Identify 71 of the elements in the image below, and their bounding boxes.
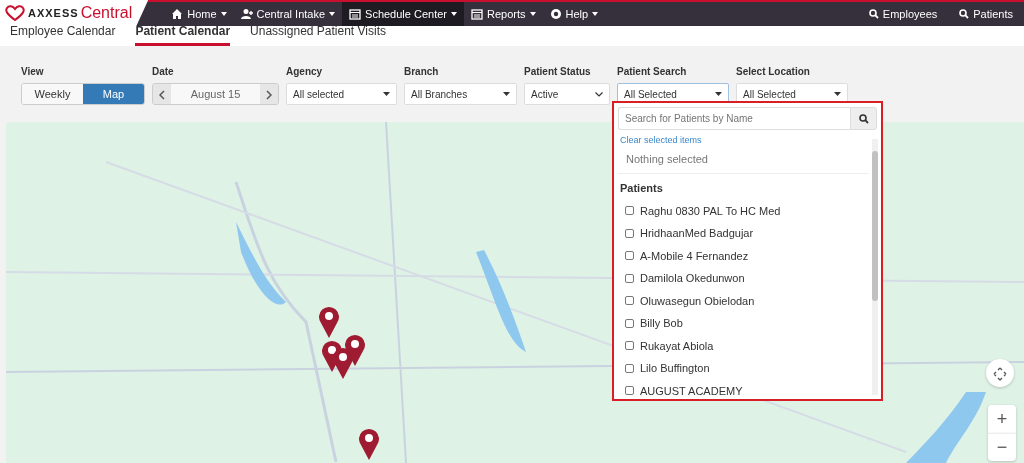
- lifebuoy-icon: [549, 8, 562, 20]
- user-plus-icon: [240, 8, 253, 20]
- previous-date-button[interactable]: [153, 84, 171, 104]
- clear-selected-link[interactable]: Clear selected items: [620, 134, 702, 148]
- logo-product: Central: [80, 3, 133, 23]
- caret-icon: [834, 92, 841, 96]
- patient-option[interactable]: Damilola Okedunwon: [618, 267, 865, 290]
- search-icon: [959, 9, 970, 19]
- patient-option[interactable]: Rukayat Abiola: [618, 334, 865, 357]
- checkbox[interactable]: [625, 251, 634, 261]
- date-value: August 15: [171, 84, 260, 104]
- checkbox[interactable]: [625, 386, 634, 396]
- group-heading: Patients: [619, 181, 664, 196]
- checkbox[interactable]: [625, 318, 634, 328]
- chevron-right-icon: [266, 89, 272, 100]
- checkbox[interactable]: [625, 206, 634, 216]
- filter-label: Date: [152, 65, 175, 79]
- heart-logo-icon: [4, 5, 26, 21]
- calendar-tab[interactable]: Employee Calendar: [10, 22, 116, 46]
- search-icon: [858, 114, 869, 125]
- search-button[interactable]: [850, 107, 877, 130]
- checkbox[interactable]: [625, 296, 634, 306]
- chevron-down-icon: [595, 91, 603, 97]
- fullscreen-button[interactable]: [986, 359, 1014, 387]
- calendar-icon: [349, 8, 362, 20]
- patient-search-field[interactable]: Search for Patients by Name: [618, 107, 850, 130]
- nav-menu-item[interactable]: Help: [542, 2, 606, 26]
- house-icon: [171, 8, 184, 20]
- map-pin-icon[interactable]: [318, 306, 340, 338]
- search-icon: [868, 9, 879, 19]
- search-link[interactable]: Employees: [861, 5, 945, 23]
- filter-label: Select Location: [736, 65, 811, 79]
- map-pin-icon[interactable]: [358, 428, 380, 460]
- checkbox[interactable]: [625, 228, 634, 238]
- calendar-tab[interactable]: Patient Calendar: [135, 22, 231, 46]
- caret-icon: [503, 92, 510, 96]
- logo-brand: AXXESS: [28, 5, 79, 21]
- select-dropdown[interactable]: Active: [524, 83, 610, 105]
- patient-option[interactable]: Raghu 0830 PAL To HC Med: [618, 199, 865, 222]
- nav-menu-item[interactable]: Schedule Center: [342, 2, 464, 26]
- checkbox[interactable]: [625, 341, 634, 351]
- view-toggle-button[interactable]: Map: [83, 84, 144, 104]
- scrollbar[interactable]: [872, 139, 878, 395]
- patient-option[interactable]: Oluwasegun Obielodan: [618, 289, 865, 312]
- caret-icon: [383, 92, 390, 96]
- map-pin-icon[interactable]: [344, 334, 366, 366]
- filter-label: Branch: [404, 65, 440, 79]
- patient-option[interactable]: HridhaanMed Badgujar: [618, 222, 865, 245]
- patient-option[interactable]: Lilo Buffington: [618, 357, 865, 380]
- calendar-icon: [471, 8, 483, 20]
- search-link[interactable]: Patients: [952, 5, 1020, 23]
- move-arrows-icon: [993, 366, 1007, 381]
- zoom-out-button[interactable]: −: [988, 433, 1016, 461]
- chevron-left-icon: [159, 89, 165, 100]
- patient-option[interactable]: A-Mobile 4 Fernandez: [618, 244, 865, 267]
- filter-label: View: [21, 65, 45, 79]
- caret-icon: [715, 92, 722, 96]
- filter-label: Agency: [286, 65, 324, 79]
- selection-summary: Nothing selected: [618, 147, 869, 174]
- select-dropdown[interactable]: All selected: [286, 83, 397, 105]
- nav-menu-item[interactable]: Reports: [464, 2, 543, 26]
- checkbox[interactable]: [625, 273, 634, 283]
- filter-label: Patient Status: [524, 65, 592, 79]
- checkbox[interactable]: [625, 363, 634, 373]
- view-toggle-button[interactable]: Weekly: [22, 84, 83, 104]
- patient-option[interactable]: Billy Bob: [618, 312, 865, 335]
- zoom-in-button[interactable]: +: [988, 405, 1016, 433]
- patient-option[interactable]: AUGUST ACADEMY: [618, 379, 865, 402]
- select-dropdown[interactable]: All Branches: [404, 83, 517, 105]
- filter-label: Patient Search: [617, 65, 688, 79]
- next-date-button[interactable]: [260, 84, 278, 104]
